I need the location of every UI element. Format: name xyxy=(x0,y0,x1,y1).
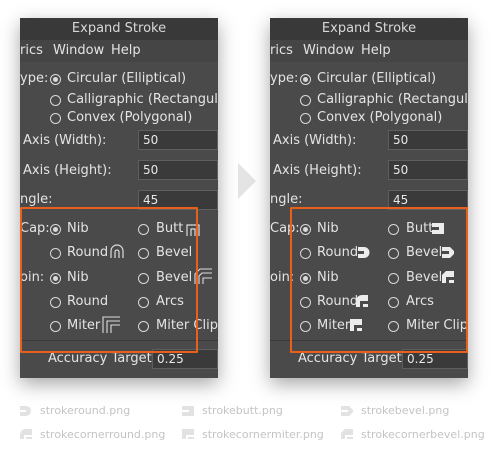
file-strokecornerbevel: strokecornerbevel.png xyxy=(361,428,485,441)
type-circular-label: Circular (Elliptical) xyxy=(67,71,187,86)
type-circular-radio[interactable] xyxy=(50,74,61,85)
width-label: Axis (Width): xyxy=(273,133,357,148)
expand-stroke-window-after: Expand Stroke rics Window Help ype: Circ… xyxy=(270,18,468,378)
type-calligraphic-radio[interactable] xyxy=(300,95,311,106)
butt-cap-file-icon xyxy=(182,406,194,416)
type-circular-label: Circular (Elliptical) xyxy=(317,71,437,86)
width-field[interactable]: 50 xyxy=(388,130,468,150)
arrow-right-icon xyxy=(238,163,256,199)
file-strokecornerround: strokecornerround.png xyxy=(40,428,166,441)
highlight-box xyxy=(290,207,468,353)
angle-label: ngle: xyxy=(20,192,53,207)
menu-help[interactable]: Help xyxy=(361,40,391,62)
round-cap-file-icon xyxy=(20,406,31,416)
height-label: Axis (Height): xyxy=(273,163,362,178)
file-strokeround: strokeround.png xyxy=(40,404,131,417)
type-calligraphic-label: Calligraphic (Rectangular) xyxy=(67,92,218,107)
type-circular-radio[interactable] xyxy=(300,74,311,85)
bevel-cap-file-icon xyxy=(341,406,353,416)
type-calligraphic-radio[interactable] xyxy=(50,95,61,106)
height-field[interactable]: 50 xyxy=(138,160,218,180)
file-strokebutt: strokebutt.png xyxy=(202,404,283,417)
expand-stroke-window-before: Expand Stroke rics Window Help ype: Circ… xyxy=(20,18,218,378)
file-strokecornermiter: strokecornermiter.png xyxy=(202,428,324,441)
type-convex-label: Convex (Polygonal) xyxy=(317,110,443,125)
menu-window[interactable]: Window xyxy=(53,40,104,62)
type-label: ype: xyxy=(270,71,299,86)
type-label: ype: xyxy=(20,71,49,86)
height-field[interactable]: 50 xyxy=(388,160,468,180)
window-title: Expand Stroke xyxy=(270,18,468,40)
accuracy-label: Accuracy Target: xyxy=(298,351,407,366)
type-convex-label: Convex (Polygonal) xyxy=(67,110,193,125)
width-field[interactable]: 50 xyxy=(138,130,218,150)
menu-bar: rics Window Help xyxy=(20,40,218,62)
type-convex-radio[interactable] xyxy=(50,113,61,124)
angle-label: ngle: xyxy=(270,192,303,207)
bevel-join-file-icon xyxy=(341,429,353,439)
file-strokebevel: strokebevel.png xyxy=(361,404,450,417)
menu-help[interactable]: Help xyxy=(111,40,141,62)
menu-window[interactable]: Window xyxy=(303,40,354,62)
type-calligraphic-label: Calligraphic (Rectangular) xyxy=(317,92,468,107)
menu-metrics[interactable]: rics xyxy=(270,40,293,62)
highlight-box xyxy=(20,207,198,353)
miter-join-file-icon xyxy=(182,429,194,439)
accuracy-label: Accuracy Target: xyxy=(48,351,157,366)
height-label: Axis (Height): xyxy=(23,163,112,178)
width-label: Axis (Width): xyxy=(23,133,107,148)
menu-metrics[interactable]: rics xyxy=(20,40,43,62)
type-convex-radio[interactable] xyxy=(300,113,311,124)
menu-bar: rics Window Help xyxy=(270,40,468,62)
window-title: Expand Stroke xyxy=(20,18,218,40)
round-join-file-icon xyxy=(20,429,32,439)
